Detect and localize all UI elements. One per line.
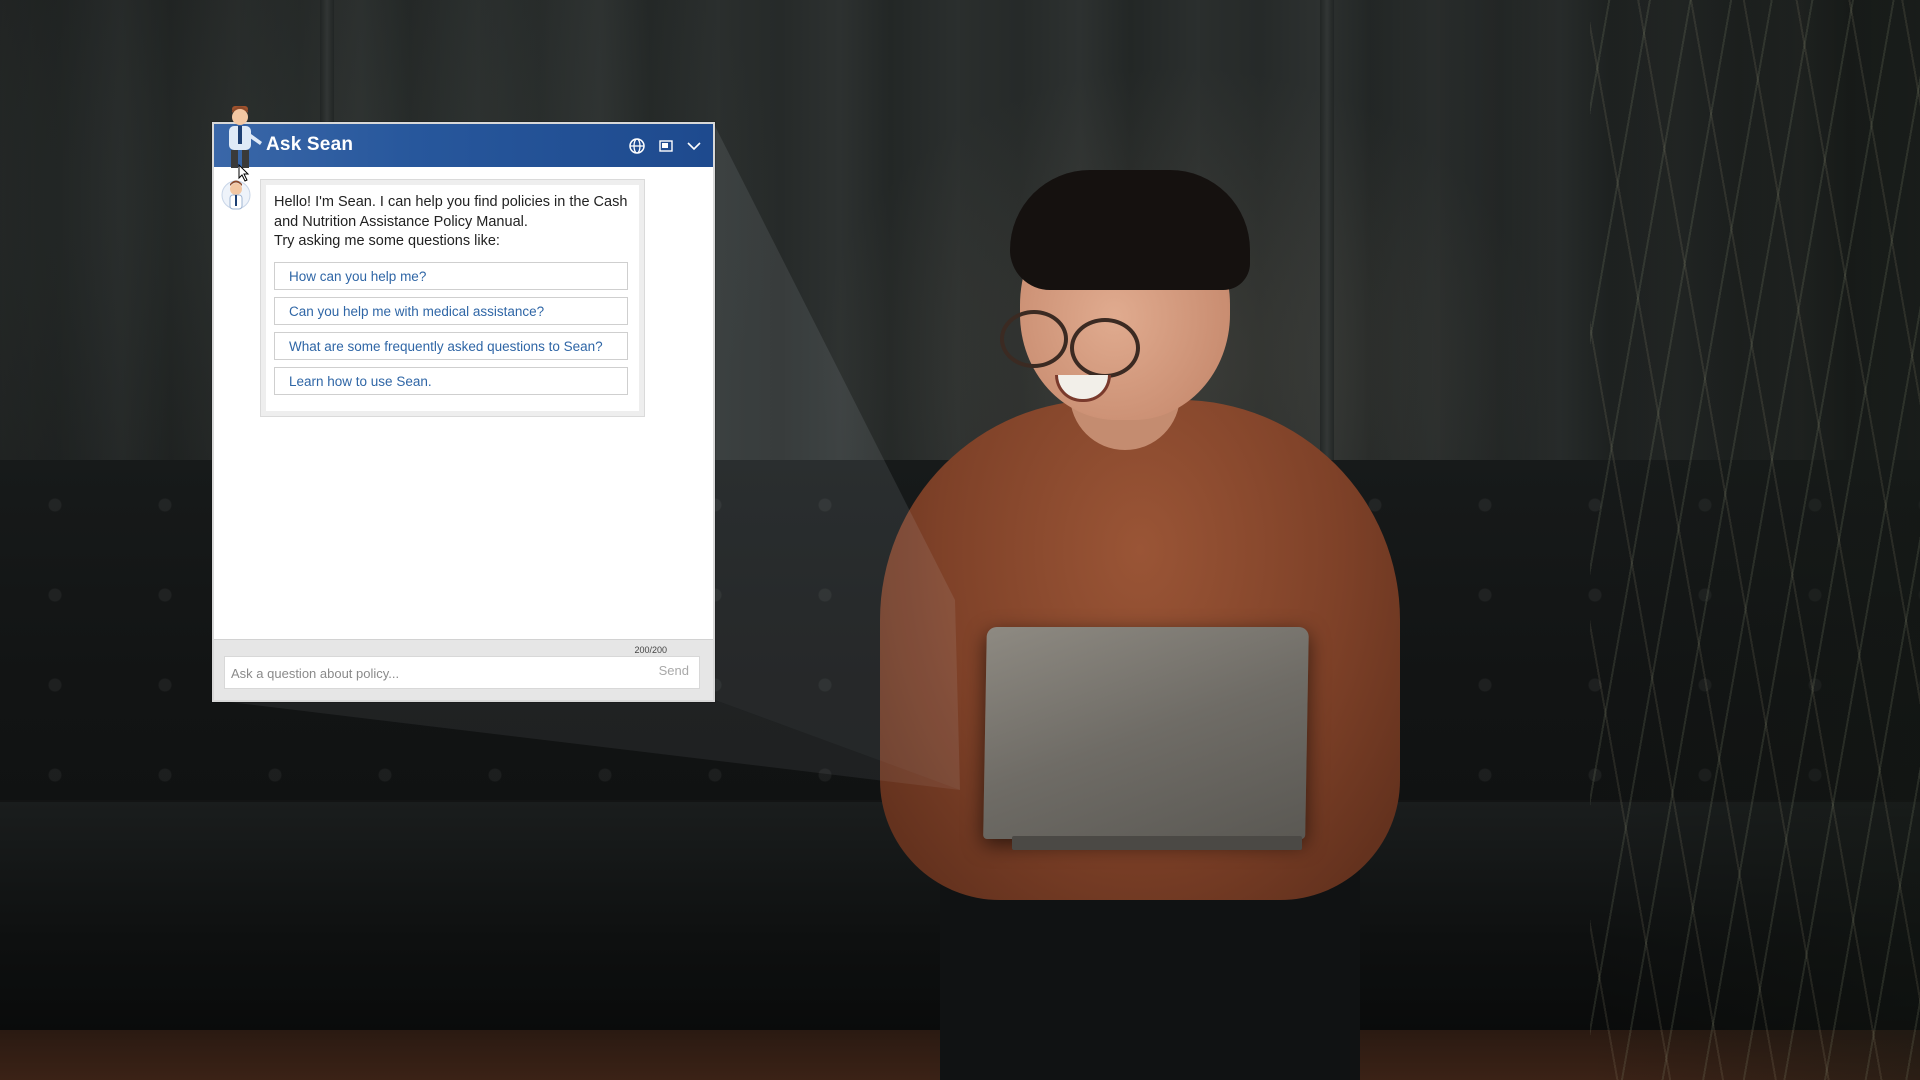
suggestion-button[interactable]: Can you help me with medical assistance?: [274, 296, 628, 325]
chat-title: Ask Sean: [266, 134, 354, 155]
plant: [1590, 0, 1920, 1080]
person-hair: [1010, 170, 1250, 290]
chat-widget: Ask Sean Hello! I'm Sean. I can help you…: [212, 106, 715, 702]
question-input[interactable]: [225, 657, 653, 690]
collapse-button[interactable]: [685, 137, 703, 155]
bot-message: Hello! I'm Sean. I can help you find pol…: [260, 179, 645, 417]
laptop: [983, 627, 1309, 839]
chat-header: Ask Sean: [214, 106, 713, 168]
person: [860, 170, 1420, 1080]
greeting-line: Try asking me some questions like:: [274, 233, 500, 249]
bot-message-content: Hello! I'm Sean. I can help you find pol…: [266, 185, 639, 411]
suggestion-button[interactable]: How can you help me?: [274, 261, 628, 290]
chat-footer: 200/200 Send: [214, 639, 713, 700]
chat-messages[interactable]: Hello! I'm Sean. I can help you find pol…: [214, 167, 713, 640]
laptop-base: [1012, 836, 1302, 850]
character-count: 200/200: [634, 645, 667, 655]
globe-icon: [629, 138, 645, 154]
glasses-lens: [1000, 310, 1068, 368]
send-button[interactable]: Send: [653, 662, 695, 679]
suggestion-button[interactable]: Learn how to use Sean.: [274, 366, 628, 395]
mouse-cursor-icon: [238, 164, 250, 182]
input-row: Send: [224, 656, 700, 690]
greeting-text: Hello! I'm Sean. I can help you find pol…: [274, 193, 631, 252]
glasses-lens: [1070, 318, 1140, 378]
greeting-line: and Nutrition Assistance Policy Manual.: [274, 213, 528, 230]
suggestion-button[interactable]: What are some frequently asked questions…: [274, 331, 628, 360]
greeting-line: Hello! I'm Sean. I can help you find pol…: [274, 194, 628, 210]
language-button[interactable]: [628, 137, 646, 155]
chevron-down-icon: [687, 142, 701, 151]
popout-button[interactable]: [657, 137, 675, 155]
window-icon: [659, 140, 673, 152]
sean-mascot-icon: [229, 106, 262, 168]
